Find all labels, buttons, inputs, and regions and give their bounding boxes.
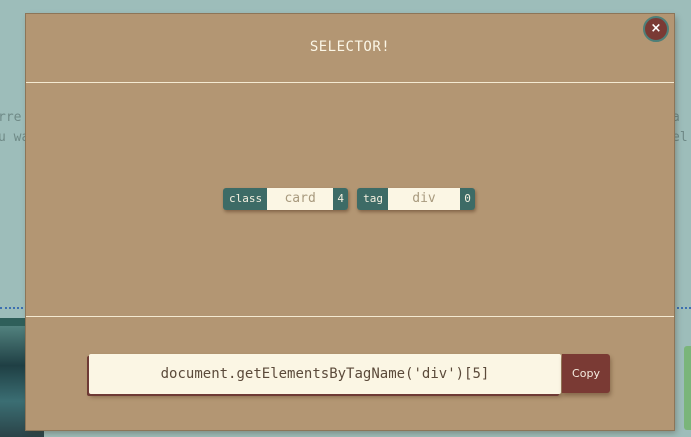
class-chip-value[interactable]: card bbox=[267, 188, 334, 210]
class-selector-chip[interactable]: class card 4 bbox=[223, 188, 349, 210]
modal-footer: document.getElementsByTagName('div')[5] … bbox=[26, 316, 674, 431]
class-chip-label: class bbox=[223, 188, 268, 210]
background-text-left: rre u wa bbox=[0, 110, 30, 145]
tag-selector-chip[interactable]: tag div 0 bbox=[357, 188, 475, 210]
modal-title: SELECTOR! bbox=[309, 39, 391, 55]
close-button[interactable]: × bbox=[643, 16, 669, 42]
tag-chip-value[interactable]: div bbox=[388, 188, 460, 210]
modal-header: SELECTOR! bbox=[26, 14, 674, 83]
background-green-button bbox=[684, 346, 691, 430]
tag-chip-label: tag bbox=[357, 188, 388, 210]
background-text-right: a el bbox=[672, 110, 688, 145]
selector-code-output[interactable]: document.getElementsByTagName('div')[5] bbox=[89, 354, 561, 394]
class-chip-count: 4 bbox=[333, 188, 349, 210]
copy-button[interactable]: Copy bbox=[562, 354, 610, 393]
selector-chips: class card 4 tag div 0 bbox=[223, 188, 475, 210]
tag-chip-count: 0 bbox=[460, 188, 475, 210]
selector-modal: SELECTOR! × class card 4 tag div 0 docum… bbox=[26, 14, 674, 430]
modal-body: class card 4 tag div 0 bbox=[26, 83, 674, 315]
